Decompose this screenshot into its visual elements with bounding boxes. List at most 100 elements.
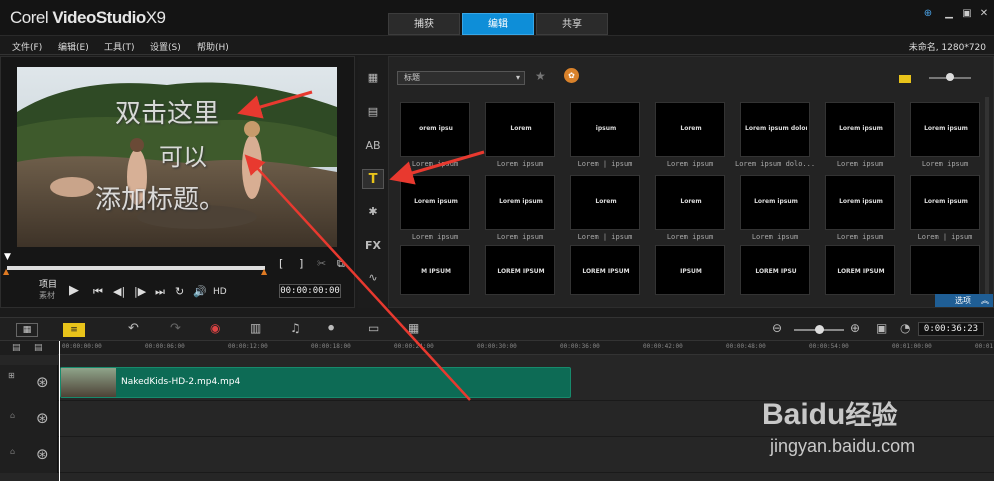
trim-start-handle[interactable]: ▲ bbox=[3, 267, 9, 276]
chapter-point-icon[interactable]: ▤ bbox=[34, 343, 43, 353]
zoom-knob[interactable] bbox=[815, 325, 824, 334]
previous-frame-icon[interactable]: ◀| bbox=[113, 285, 125, 298]
menu-help[interactable]: 帮助(H) bbox=[197, 40, 229, 53]
redo-icon[interactable]: ↷ bbox=[170, 321, 181, 336]
video-clip[interactable]: NakedKids-HD-2.mp4.mp4 bbox=[60, 367, 571, 398]
title-thumbnail[interactable]: Lorem ipsum bbox=[910, 175, 980, 230]
title-thumbnail[interactable] bbox=[910, 245, 980, 295]
tab-edit[interactable]: 编辑 bbox=[462, 13, 534, 35]
instant-project-icon[interactable]: ▤ bbox=[362, 102, 384, 122]
options-button[interactable]: 选项 ︽ bbox=[935, 294, 993, 307]
title-thumbnail[interactable]: Lorem ipsum bbox=[825, 175, 895, 230]
maximize-button[interactable]: ▣ bbox=[960, 8, 974, 20]
title-thumbnail[interactable]: LOREM IPSUM bbox=[485, 245, 555, 295]
mark-out-button[interactable]: ] bbox=[299, 257, 303, 270]
scrub-bar[interactable] bbox=[7, 266, 265, 270]
title-thumbnail[interactable]: Lorem bbox=[570, 175, 640, 230]
lock-icon[interactable]: ⌂ bbox=[10, 411, 15, 420]
home-icon[interactable]: ⏮ bbox=[93, 285, 103, 299]
title-thumbnail[interactable]: LOREM IPSU bbox=[740, 245, 810, 295]
motion-tracking-icon[interactable]: ⚫ bbox=[326, 321, 336, 335]
minimize-button[interactable]: ▁ bbox=[942, 8, 956, 20]
get-more-content-icon[interactable]: ✿ bbox=[564, 68, 579, 83]
ruler-tick-label: 00:01:06:00 bbox=[975, 343, 994, 350]
title-thumbnail[interactable]: Lorem bbox=[485, 102, 555, 157]
globe-icon[interactable]: ⊕ bbox=[921, 8, 935, 20]
split-clip-icon[interactable]: ✂ bbox=[317, 257, 326, 270]
title-thumbnail[interactable]: Lorem ipsum bbox=[740, 175, 810, 230]
thumbnail-preview-text: Lorem bbox=[595, 198, 617, 205]
filter-fx-icon[interactable]: FX bbox=[362, 236, 384, 256]
timecode-field[interactable]: 00:00:00:00 bbox=[279, 284, 341, 298]
end-icon[interactable]: ⏭ bbox=[155, 285, 165, 299]
category-dropdown[interactable]: 标题 ▾ bbox=[397, 71, 525, 85]
title-thumbnail[interactable]: Lorem bbox=[655, 102, 725, 157]
project-mode-label[interactable]: 项目 bbox=[39, 277, 57, 290]
graphics-icon[interactable]: ✱ bbox=[362, 202, 384, 222]
mark-in-button[interactable]: [ bbox=[279, 257, 283, 270]
title-overlay-line-1: 双击这里 bbox=[115, 99, 220, 129]
path-icon[interactable]: ∿ bbox=[362, 268, 384, 288]
tab-share[interactable]: 共享 bbox=[536, 13, 608, 35]
menu-file[interactable]: 文件(F) bbox=[12, 40, 42, 53]
transition-icon[interactable]: AB bbox=[362, 136, 384, 156]
title-thumbnail[interactable]: Lorem ipsum bbox=[910, 102, 980, 157]
sound-mixer-icon[interactable]: ▥ bbox=[250, 321, 261, 335]
timeline-view-icon[interactable]: ≡ bbox=[63, 323, 85, 337]
title-thumbnail[interactable]: orem ipsu bbox=[400, 102, 470, 157]
menu-settings[interactable]: 设置(S) bbox=[150, 40, 181, 53]
fit-project-icon[interactable]: ▣ bbox=[876, 321, 887, 335]
thumbnail-preview-text: LOREM IPSUM bbox=[837, 268, 885, 275]
track-manager-icon[interactable]: ▤ bbox=[12, 343, 21, 353]
trim-end-handle[interactable]: ▲ bbox=[261, 267, 267, 276]
thumbnail-label: Lorem ipsum bbox=[666, 233, 714, 241]
title-thumbnail[interactable]: Lorem ipsum bbox=[825, 102, 895, 157]
chevron-down-icon: ▾ bbox=[515, 73, 520, 82]
record-capture-icon[interactable]: ◉ bbox=[210, 321, 220, 335]
repeat-icon[interactable]: ↻ bbox=[175, 285, 184, 298]
zoom-out-icon[interactable]: ⊖ bbox=[772, 321, 782, 335]
enlarge-preview-icon[interactable]: ⧉ bbox=[337, 257, 345, 271]
timeline-ruler[interactable]: 00:00:00:00 00:00:06:00 00:00:12:00 00:00:1… bbox=[58, 341, 994, 355]
title-track-icon: ⊛ bbox=[36, 445, 49, 463]
media-icon[interactable]: ▦ bbox=[362, 68, 384, 88]
add-favorite-icon[interactable]: ★ bbox=[535, 69, 546, 83]
ruler-tick-label: 00:00:18:00 bbox=[311, 343, 351, 350]
title-thumbnail[interactable]: IPSUM bbox=[655, 245, 725, 295]
zoom-in-icon[interactable]: ⊕ bbox=[850, 321, 860, 335]
title-thumbnail[interactable]: Lorem ipsum dolor bbox=[740, 102, 810, 157]
tab-capture[interactable]: 捕获 bbox=[388, 13, 460, 35]
multi-camera-icon[interactable]: ▦ bbox=[408, 321, 419, 335]
thumbnail-label: Lorem ipsum bbox=[411, 160, 459, 168]
thumbnail-label: Lorem ipsum bbox=[836, 233, 884, 241]
title-thumbnail[interactable]: ipsum bbox=[570, 102, 640, 157]
track-visibility-icon[interactable]: ⊞ bbox=[8, 371, 15, 380]
slider-knob[interactable] bbox=[946, 73, 954, 81]
hd-toggle[interactable]: HD bbox=[213, 287, 227, 297]
view-mode-icon[interactable] bbox=[899, 75, 911, 83]
close-button[interactable]: ✕ bbox=[977, 8, 991, 20]
undo-icon[interactable]: ↶ bbox=[128, 321, 139, 336]
play-icon[interactable]: ▶ bbox=[69, 283, 79, 298]
next-frame-icon[interactable]: |▶ bbox=[134, 285, 146, 298]
title-thumbnail[interactable]: Lorem ipsum bbox=[485, 175, 555, 230]
menu-tools[interactable]: 工具(T) bbox=[104, 40, 135, 53]
title-icon[interactable]: T bbox=[362, 169, 384, 189]
title-thumbnail[interactable]: Lorem bbox=[655, 175, 725, 230]
thumbnail-preview-text: Lorem ipsum bbox=[414, 198, 458, 205]
playhead-handle[interactable]: ▼ bbox=[4, 252, 14, 262]
storyboard-view-icon[interactable]: ▦ bbox=[16, 323, 38, 337]
library-scrollbar[interactable] bbox=[985, 97, 989, 297]
lock-icon[interactable]: ⌂ bbox=[10, 447, 15, 456]
subtitle-editor-icon[interactable]: ▭ bbox=[368, 321, 379, 335]
clip-mode-label[interactable]: 素材 bbox=[39, 290, 55, 301]
title-thumbnail[interactable]: M IPSUM bbox=[400, 245, 470, 295]
title-thumbnail[interactable]: LOREM IPSUM bbox=[570, 245, 640, 295]
auto-music-icon[interactable]: ♫ bbox=[290, 321, 301, 335]
video-preview[interactable]: 双击这里 可以 添加标题。 bbox=[17, 67, 337, 247]
timeline-playhead[interactable] bbox=[59, 341, 60, 481]
volume-icon[interactable]: 🔊 bbox=[193, 285, 207, 298]
title-thumbnail[interactable]: LOREM IPSUM bbox=[825, 245, 895, 295]
title-thumbnail[interactable]: Lorem ipsum bbox=[400, 175, 470, 230]
menu-edit[interactable]: 编辑(E) bbox=[58, 40, 89, 53]
